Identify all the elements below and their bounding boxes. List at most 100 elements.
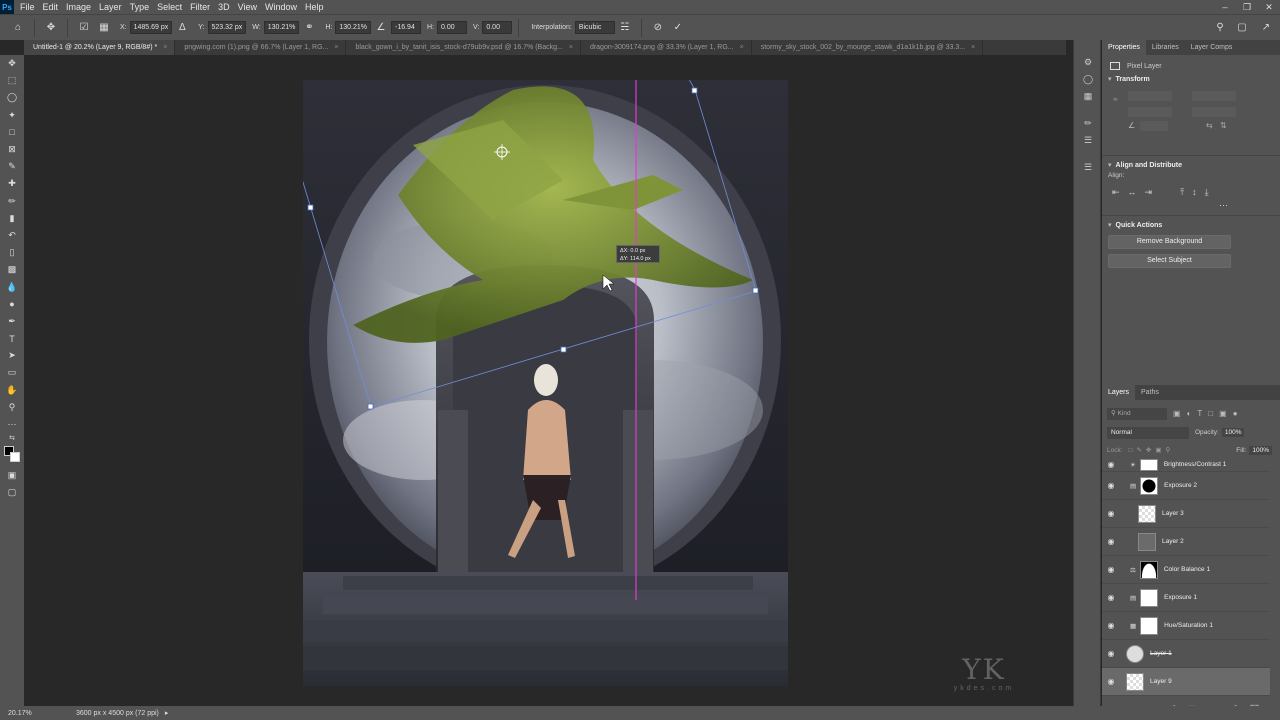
frame-tool-icon[interactable]: ⊠ <box>0 141 24 158</box>
close-icon[interactable]: ✕ <box>1258 0 1280 14</box>
tab-layer-comps[interactable]: Layer Comps <box>1185 40 1239 55</box>
remove-background-button[interactable]: Remove Background <box>1108 235 1231 249</box>
warp-icon[interactable]: ☵ <box>618 21 632 35</box>
gradient-tool-icon[interactable]: ▩ <box>0 261 24 278</box>
align-center-h-icon[interactable]: ↔ <box>1128 187 1137 198</box>
layer-row[interactable]: ◉ Layer 2 <box>1102 528 1270 556</box>
close-tab-icon[interactable]: × <box>740 40 744 55</box>
reference-point-icon[interactable]: ▦ <box>97 21 111 35</box>
tab-black-gown[interactable]: black_gown_i_by_tanit_isis_stock-d79ub9v… <box>346 40 581 55</box>
eye-icon[interactable]: ◉ <box>1102 621 1120 630</box>
layer-row[interactable]: ◉ Layer 1 <box>1102 640 1270 668</box>
align-bottom-icon[interactable]: ⤓ <box>1205 187 1209 198</box>
angle-field[interactable]: -16.94 <box>390 21 421 34</box>
crop-tool-icon[interactable]: □ <box>0 124 24 141</box>
x-field[interactable]: 1485.69 px <box>129 21 173 34</box>
transform-section[interactable]: ▾ Transform <box>1102 70 1280 83</box>
quick-select-tool-icon[interactable]: ✦ <box>0 107 24 124</box>
select-subject-button[interactable]: Select Subject <box>1108 254 1231 268</box>
layer-row[interactable]: ◉ ☀ Brightness/Contrast 1 <box>1102 458 1270 472</box>
eye-icon[interactable]: ◉ <box>1102 509 1120 518</box>
eye-icon[interactable]: ◉ <box>1102 677 1120 686</box>
more-options-icon[interactable]: ⋯ <box>1102 200 1280 211</box>
menu-select[interactable]: Select <box>157 2 182 12</box>
cancel-transform-icon[interactable]: ⊘ <box>651 21 665 35</box>
quick-actions-section[interactable]: ▾ Quick Actions <box>1102 216 1280 229</box>
close-tab-icon[interactable]: × <box>971 40 975 55</box>
tab-libraries[interactable]: Libraries <box>1146 40 1185 55</box>
align-top-icon[interactable]: ⤒ <box>1180 187 1184 198</box>
home-icon[interactable]: ⌂ <box>11 21 25 35</box>
eye-icon[interactable]: ◉ <box>1102 565 1120 574</box>
adjustments-icon[interactable]: ☰ <box>1074 132 1102 149</box>
menu-view[interactable]: View <box>238 2 257 12</box>
history-icon[interactable]: ⚙ <box>1074 54 1102 71</box>
eyedropper-tool-icon[interactable]: ✎ <box>0 158 24 175</box>
close-tab-icon[interactable]: × <box>163 40 167 55</box>
background-color[interactable] <box>10 452 20 463</box>
hand-tool-icon[interactable]: ✋ <box>0 382 24 399</box>
tab-stormy-sky[interactable]: stormy_sky_stock_002_by_mourge_stawk_d1a… <box>752 40 984 55</box>
menu-image[interactable]: Image <box>66 2 91 12</box>
link-icon[interactable]: ⚭ <box>302 21 316 35</box>
menu-3d[interactable]: 3D <box>218 2 230 12</box>
tab-layers[interactable]: Layers <box>1102 385 1136 400</box>
interpolation-select[interactable]: Bicubic <box>574 21 615 34</box>
menu-type[interactable]: Type <box>130 2 150 12</box>
y-input[interactable] <box>1192 107 1236 117</box>
search-icon[interactable]: ⚲ <box>1213 21 1227 35</box>
lasso-tool-icon[interactable]: ◯ <box>0 89 24 106</box>
path-select-tool-icon[interactable]: ➤ <box>0 347 24 364</box>
close-tab-icon[interactable]: × <box>334 40 338 55</box>
blend-mode-select[interactable]: Normal <box>1107 426 1189 439</box>
move-tool-icon[interactable]: ✥ <box>0 55 24 72</box>
menu-layer[interactable]: Layer <box>99 2 122 12</box>
align-middle-v-icon[interactable]: ↕ <box>1192 187 1197 198</box>
fill-field[interactable]: 100% <box>1249 445 1272 455</box>
screen-mode-icon[interactable]: ▢ <box>0 484 24 501</box>
layer-mask-thumbnail[interactable] <box>1140 616 1159 635</box>
menu-file[interactable]: File <box>20 2 35 12</box>
layer-mask-thumbnail[interactable] <box>1140 588 1159 607</box>
flip-horizontal-icon[interactable]: ⇆ <box>1206 121 1213 130</box>
marquee-tool-icon[interactable]: ⬚ <box>0 72 24 89</box>
swap-colors-icon[interactable]: ⇆ <box>0 433 24 443</box>
quick-mask-icon[interactable]: ▣ <box>0 467 24 484</box>
menu-help[interactable]: Help <box>305 2 324 12</box>
lock-icons[interactable]: □✎✥▣⚲ <box>1129 446 1175 454</box>
layer-row[interactable]: ◉ ▤ Exposure 2 <box>1102 472 1270 500</box>
opacity-field[interactable]: 100% <box>1221 428 1245 437</box>
height-input[interactable] <box>1128 107 1172 117</box>
pixel-filter-icon[interactable]: ▣ <box>1173 409 1181 418</box>
canvas-area[interactable]: ΔX: 0.0 px ΔY: 114.0 px YK ykdes.com <box>24 55 1066 706</box>
x-input[interactable] <box>1192 91 1236 101</box>
align-section[interactable]: ▾ Align and Distribute <box>1102 156 1280 169</box>
width-field[interactable]: 130.21% <box>263 21 300 34</box>
link-icon[interactable]: ⚭ <box>1112 95 1119 104</box>
brush-settings-icon[interactable]: ✏ <box>1074 115 1102 132</box>
workspace-icon[interactable]: ▢ <box>1235 21 1249 35</box>
close-tab-icon[interactable]: × <box>569 40 573 55</box>
eye-icon[interactable]: ◉ <box>1102 593 1120 602</box>
y-field[interactable]: 523.32 px <box>207 21 247 34</box>
kind-filter-select[interactable]: ⚲ Kind <box>1107 407 1167 420</box>
hskew-field[interactable]: 0.00 <box>436 21 467 34</box>
pen-tool-icon[interactable]: ✒ <box>0 313 24 330</box>
align-right-icon[interactable]: ⇥ <box>1145 187 1153 198</box>
dodge-tool-icon[interactable]: ● <box>0 296 24 313</box>
commit-transform-icon[interactable]: ✓ <box>671 21 685 35</box>
adjustment-filter-icon[interactable]: ◐ <box>1187 409 1192 418</box>
layer-thumbnail[interactable] <box>1126 644 1144 663</box>
layer-row-selected[interactable]: ◉ Layer 9 <box>1102 668 1270 696</box>
shape-tool-icon[interactable]: ▭ <box>0 364 24 381</box>
type-filter-icon[interactable]: T <box>1197 409 1202 418</box>
layer-row[interactable]: ◉ Layer 3 <box>1102 500 1270 528</box>
more-tools-icon[interactable]: ⋯ <box>0 416 24 433</box>
blur-tool-icon[interactable]: 💧 <box>0 278 24 295</box>
menu-window[interactable]: Window <box>265 2 297 12</box>
layer-mask-thumbnail[interactable] <box>1139 458 1158 471</box>
eye-icon[interactable]: ◉ <box>1102 537 1120 546</box>
color-swatches[interactable] <box>0 443 24 467</box>
history-brush-tool-icon[interactable]: ↶ <box>0 227 24 244</box>
restore-icon[interactable]: ❐ <box>1236 0 1258 14</box>
